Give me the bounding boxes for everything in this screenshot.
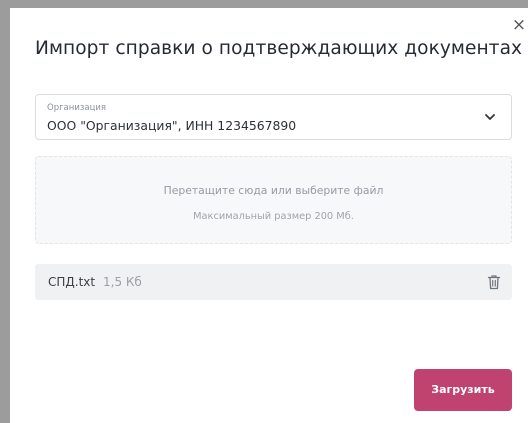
chevron-down-icon bbox=[485, 114, 495, 120]
file-name: СПД.txt bbox=[48, 275, 96, 289]
dropzone-main-text: Перетащите сюда или выберите файл bbox=[163, 184, 384, 197]
backdrop-top-edge bbox=[0, 0, 528, 8]
organization-select-label: Организация bbox=[47, 103, 106, 113]
upload-button[interactable]: Загрузить bbox=[414, 369, 512, 411]
organization-select-value: ООО "Организация", ИНН 1234567890 bbox=[47, 118, 297, 133]
dialog-title: Импорт справки о подтверждающих документ… bbox=[35, 38, 523, 59]
organization-select[interactable]: Организация ООО "Организация", ИНН 12345… bbox=[35, 94, 512, 140]
trash-icon[interactable] bbox=[487, 274, 501, 290]
dropzone-size-hint: Максимальный размер 200 Мб. bbox=[193, 211, 354, 222]
backdrop-left-edge bbox=[0, 0, 10, 423]
uploaded-file-row: СПД.txt 1,5 Кб bbox=[35, 264, 512, 300]
file-size: 1,5 Кб bbox=[103, 275, 142, 289]
file-dropzone[interactable]: Перетащите сюда или выберите файл Максим… bbox=[35, 156, 512, 244]
close-icon[interactable]: × bbox=[510, 16, 528, 34]
